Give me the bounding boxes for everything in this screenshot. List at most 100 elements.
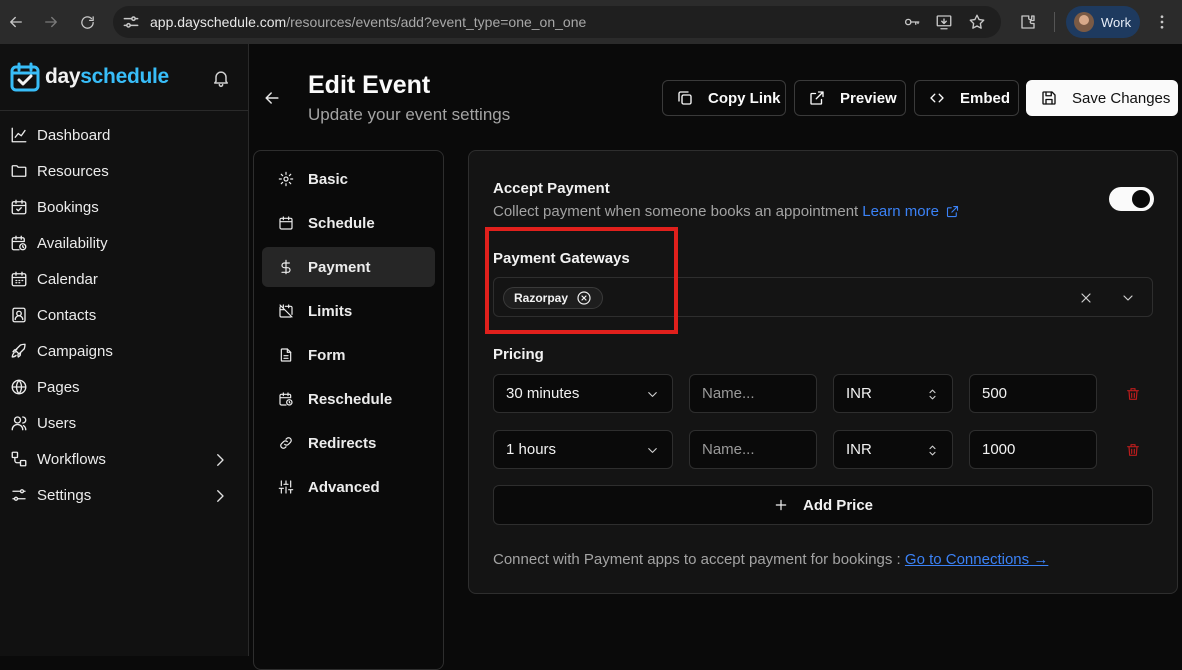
sidebar-item-label: Availability [37,234,108,252]
price-name-field[interactable] [689,374,817,413]
duration-value: 1 hours [506,441,557,458]
calendar-clock-icon [279,392,293,406]
currency-value: INR [846,441,872,458]
go-to-connections-link[interactable]: Go to Connections → [905,551,1048,568]
copy-link-button[interactable]: Copy Link [662,80,786,116]
chart-line-icon [11,127,27,143]
sidebar-item-label: Pages [37,378,80,396]
sidebar-item-label: Settings [37,486,92,504]
profile-button[interactable]: Work [1066,6,1140,38]
gateway-chip-label: Razorpay [514,291,569,305]
sidebar-item-label: Campaigns [37,342,113,360]
connect-note: Connect with Payment apps to accept paym… [493,551,1048,568]
sliders-icon [278,480,294,494]
kebab-menu-icon[interactable] [1148,8,1176,36]
globe-icon [11,379,27,395]
calendar-icon [11,271,27,287]
trash-icon[interactable] [1125,442,1141,458]
duration-select[interactable]: 30 minutes [493,374,673,413]
tab-schedule[interactable]: Schedule [262,203,435,243]
sidebar-item-users[interactable]: Users [0,405,248,441]
reload-icon[interactable] [73,8,101,36]
sidebar-item-calendar[interactable]: Calendar [0,261,248,297]
sidebar-item-resources[interactable]: Resources [0,153,248,189]
brand-logo[interactable]: dayschedule [10,62,169,92]
address-bar[interactable]: app.dayschedule.com/resources/events/add… [113,6,1001,38]
tab-basic[interactable]: Basic [262,159,435,199]
settings-sliders-icon [12,489,26,501]
back-arrow-icon[interactable] [2,8,30,36]
amount-field[interactable]: 500 [969,374,1097,413]
save-changes-label: Save Changes [1072,89,1171,107]
duration-select[interactable]: 1 hours [493,430,673,469]
brand-name-part2: schedule [80,65,169,88]
tab-payment[interactable]: Payment [262,247,435,287]
page-subtitle: Update your event settings [308,105,511,124]
currency-select[interactable]: INR [833,374,953,413]
learn-more-link[interactable]: Learn more [862,203,960,220]
calendar-check-logo-icon [10,62,40,92]
save-icon [1042,91,1056,105]
site-settings-icon[interactable] [121,12,141,32]
tab-reschedule[interactable]: Reschedule [262,379,435,419]
add-price-button[interactable]: Add Price [493,485,1153,525]
calendar-off-icon [279,304,293,318]
tab-limits[interactable]: Limits [262,291,435,331]
price-name-input[interactable] [702,385,816,402]
tab-form[interactable]: Form [262,335,435,375]
sidebar-item-label: Contacts [37,306,97,324]
trash-icon[interactable] [1125,386,1141,402]
sidebar-item-workflows[interactable]: Workflows [0,441,248,477]
tab-advanced[interactable]: Advanced [262,467,435,507]
sidebar-item-pages[interactable]: Pages [0,369,248,405]
learn-more-label: Learn more [862,203,939,220]
calendar-icon [279,216,293,230]
tab-label: Schedule [308,214,375,232]
gateway-chip-razorpay: Razorpay [503,287,604,309]
accept-payment-toggle[interactable] [1109,187,1154,211]
save-changes-button[interactable]: Save Changes [1026,80,1178,116]
sidebar-item-bookings[interactable]: Bookings [0,189,248,225]
bookmark-star-icon[interactable] [968,13,986,31]
tab-redirects[interactable]: Redirects [262,423,435,463]
sidebar-nav: Dashboard Resources Bookings Availabilit… [0,117,248,513]
sidebar-item-label: Resources [37,162,109,180]
calendar-check-icon [11,199,27,215]
tab-label: Reschedule [308,390,393,408]
file-text-icon [280,348,292,362]
amount-value: 500 [982,385,1008,402]
sidebar: dayschedule Dashboard Resources Bookings… [0,44,249,656]
remove-circle-x-icon[interactable] [576,290,592,306]
sidebar-item-dashboard[interactable]: Dashboard [0,117,248,153]
clear-x-icon[interactable] [1078,290,1094,306]
currency-select[interactable]: INR [833,430,953,469]
chevron-updown-icon [929,389,936,400]
tab-label: Basic [308,170,349,188]
sidebar-item-availability[interactable]: Availability [0,225,248,261]
toolbar-divider [1054,12,1055,32]
install-app-icon[interactable] [935,13,953,31]
bell-icon[interactable] [211,68,231,88]
embed-button[interactable]: Embed [914,80,1019,116]
toggle-knob [1132,190,1150,208]
price-name-input[interactable] [702,441,816,458]
accept-payment-title: Accept Payment [493,180,610,197]
payment-gateways-select[interactable]: Razorpay [493,277,1153,317]
sidebar-item-label: Dashboard [37,126,111,144]
back-arrow-icon[interactable] [262,88,282,108]
chevron-down-icon [648,392,657,397]
contact-icon [12,307,26,323]
sidebar-item-settings[interactable]: Settings [0,477,248,513]
amount-field[interactable]: 1000 [969,430,1097,469]
duration-value: 30 minutes [506,385,580,402]
extensions-puzzle-icon[interactable] [1014,8,1042,36]
forward-arrow-icon[interactable] [37,8,65,36]
sidebar-item-contacts[interactable]: Contacts [0,297,248,333]
preview-button[interactable]: Preview [794,80,906,116]
price-name-field[interactable] [689,430,817,469]
embed-label: Embed [960,89,1011,107]
sidebar-item-campaigns[interactable]: Campaigns [0,333,248,369]
key-icon[interactable] [903,13,921,31]
chevron-down-icon[interactable] [1120,290,1136,306]
tab-label: Form [308,346,346,364]
